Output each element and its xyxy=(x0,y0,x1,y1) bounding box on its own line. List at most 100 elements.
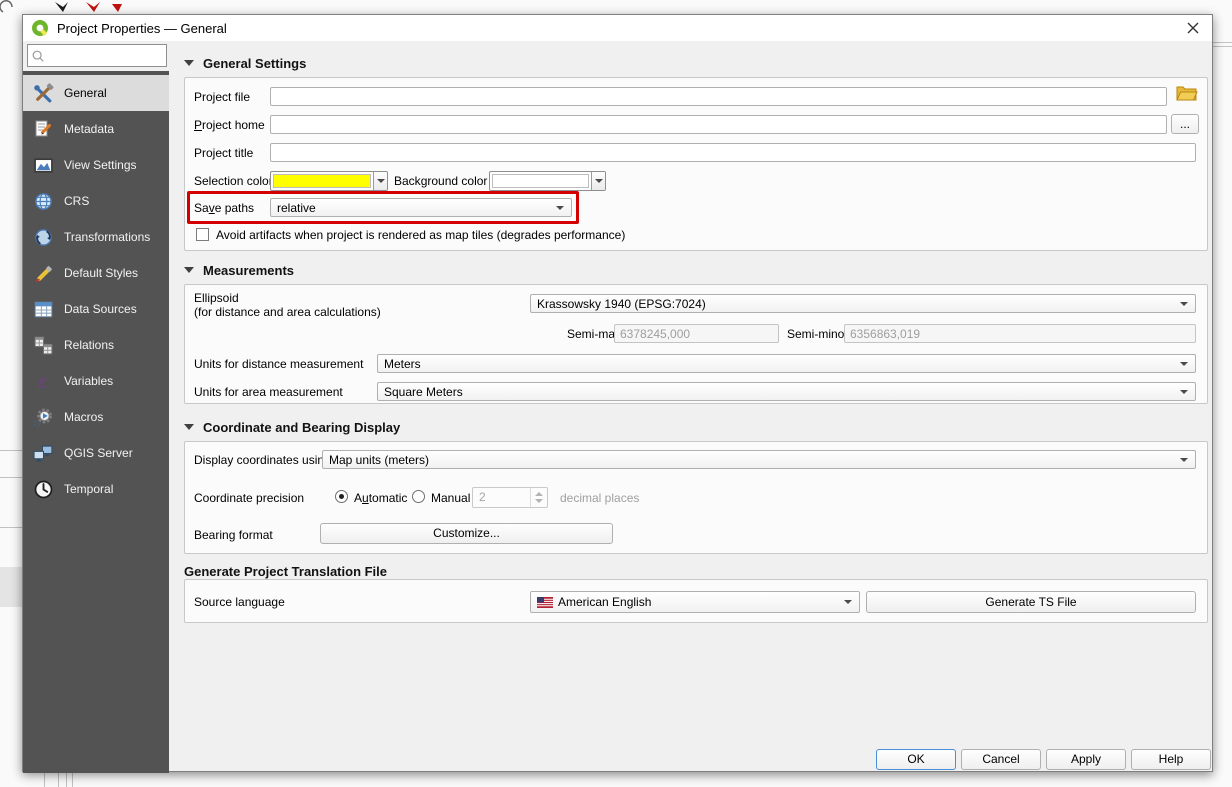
sidebar-item-variables[interactable]: ε Variables xyxy=(23,363,169,399)
ellipsoid-value: Krassowsky 1940 (EPSG:7024) xyxy=(537,296,706,311)
semi-major-input xyxy=(614,324,779,343)
automatic-label[interactable]: Automatic xyxy=(354,489,407,507)
avoid-artifacts-checkbox[interactable] xyxy=(196,228,209,241)
precision-label: Coordinate precision xyxy=(194,491,305,505)
chevron-down-icon xyxy=(594,179,603,183)
sidebar-item-macros[interactable]: Macros xyxy=(23,399,169,435)
project-properties-dialog: Project Properties — General General Met… xyxy=(22,14,1213,773)
distance-units-combobox[interactable]: Meters xyxy=(377,354,1196,373)
sidebar-item-label: Relations xyxy=(64,338,115,352)
measurements-header[interactable]: Measurements xyxy=(184,262,294,278)
project-file-folder-icon[interactable] xyxy=(1175,83,1198,106)
translation-frame: Source language American English Generat… xyxy=(184,579,1208,623)
view-settings-icon xyxy=(31,154,55,176)
ellipsoid-label-line2: (for distance and area calculations) xyxy=(194,305,381,319)
sidebar-item-qgis-server[interactable]: QGIS Server xyxy=(23,435,169,471)
sidebar-item-label: Metadata xyxy=(64,122,115,136)
data-sources-table-icon xyxy=(31,298,55,320)
sidebar-item-relations[interactable]: Relations xyxy=(23,327,169,363)
sidebar-item-label: General xyxy=(64,86,107,100)
section-title: Coordinate and Bearing Display xyxy=(203,419,401,435)
close-icon[interactable] xyxy=(1184,19,1202,37)
dialog-title: Project Properties — General xyxy=(57,20,227,36)
translation-header: Generate Project Translation File xyxy=(184,563,387,579)
distance-units-label: Units for distance measurement xyxy=(194,357,364,371)
manual-radio[interactable] xyxy=(412,490,425,503)
sidebar-item-general[interactable]: General xyxy=(23,75,169,111)
sidebar-item-label: Macros xyxy=(64,410,104,424)
automatic-radio[interactable] xyxy=(335,490,348,503)
project-home-input[interactable] xyxy=(270,115,1167,134)
chevron-down-icon xyxy=(1180,361,1188,366)
background-bottom-line xyxy=(58,772,59,787)
settings-search-box[interactable] xyxy=(27,44,167,67)
background-color-label: Background color xyxy=(394,174,488,188)
chevron-down-icon xyxy=(556,205,564,210)
sidebar-item-metadata[interactable]: Metadata xyxy=(23,111,169,147)
customize-button[interactable]: Customize... xyxy=(320,523,613,544)
cancel-button[interactable]: Cancel xyxy=(961,749,1041,770)
project-title-input[interactable] xyxy=(270,143,1196,162)
sidebar-item-temporal[interactable]: Temporal xyxy=(23,471,169,507)
sidebar-item-crs[interactable]: CRS xyxy=(23,183,169,219)
save-paths-value: relative xyxy=(277,200,316,215)
source-language-value: American English xyxy=(558,595,652,609)
apply-button[interactable]: Apply xyxy=(1046,749,1126,770)
selection-color-dropdown[interactable] xyxy=(373,172,387,190)
ellipsoid-combobox[interactable]: Krassowsky 1940 (EPSG:7024) xyxy=(530,294,1196,313)
search-input[interactable] xyxy=(45,48,163,63)
ok-button[interactable]: OK xyxy=(876,749,956,770)
project-home-browse-button[interactable]: ... xyxy=(1171,114,1199,134)
background-color-button[interactable] xyxy=(489,171,606,191)
crs-globe-icon xyxy=(31,190,55,212)
help-button[interactable]: Help xyxy=(1131,749,1211,770)
generate-ts-file-button[interactable]: Generate TS File xyxy=(866,591,1196,613)
dialog-titlebar[interactable]: Project Properties — General xyxy=(23,15,1212,41)
relations-icon xyxy=(31,334,55,356)
sidebar-item-transformations[interactable]: Transformations xyxy=(23,219,169,255)
background-color-dropdown[interactable] xyxy=(591,172,605,190)
source-language-combobox[interactable]: American English xyxy=(530,591,860,613)
metadata-icon xyxy=(31,118,55,140)
general-icon xyxy=(31,82,55,104)
area-units-combobox[interactable]: Square Meters xyxy=(377,382,1196,401)
chevron-down-icon xyxy=(1180,389,1188,394)
sidebar-item-view-settings[interactable]: View Settings xyxy=(23,147,169,183)
chevron-down-icon xyxy=(1180,301,1188,306)
variables-epsilon-icon: ε xyxy=(31,370,55,392)
us-flag-icon xyxy=(537,596,553,608)
collapse-triangle-icon xyxy=(184,267,194,273)
chevron-up-icon xyxy=(535,492,543,496)
background-left-panel xyxy=(0,567,22,607)
background-red-tool2-icon xyxy=(112,4,122,12)
sidebar-item-default-styles[interactable]: Default Styles xyxy=(23,255,169,291)
section-title: Generate Project Translation File xyxy=(184,563,388,579)
area-units-label: Units for area measurement xyxy=(194,385,343,399)
sidebar-item-data-sources[interactable]: Data Sources xyxy=(23,291,169,327)
selection-color-label: Selection color xyxy=(194,174,273,188)
macros-gear-icon xyxy=(31,406,55,428)
manual-label[interactable]: Manual xyxy=(431,489,470,507)
project-file-label: Project file xyxy=(194,90,251,104)
avoid-artifacts-label[interactable]: Avoid artifacts when project is rendered… xyxy=(216,226,625,244)
save-paths-label: Save paths xyxy=(194,201,255,215)
default-styles-brush-icon xyxy=(31,262,55,284)
display-coords-combobox[interactable]: Map units (meters) xyxy=(322,450,1196,469)
project-file-input[interactable] xyxy=(270,87,1167,106)
general-settings-header[interactable]: General Settings xyxy=(184,55,306,71)
coordinate-display-header[interactable]: Coordinate and Bearing Display xyxy=(184,419,400,435)
selection-color-button[interactable] xyxy=(270,171,388,191)
decimal-places-label: decimal places xyxy=(560,491,640,505)
search-icon xyxy=(32,50,44,62)
distance-units-value: Meters xyxy=(384,356,421,371)
svg-text:ε: ε xyxy=(38,371,47,391)
save-paths-combobox[interactable]: relative xyxy=(270,198,572,217)
stepper-arrows xyxy=(530,488,547,507)
background-bottom-line xyxy=(66,772,67,787)
qgis-logo-icon xyxy=(32,20,48,36)
chevron-down-icon xyxy=(1180,457,1188,462)
sidebar-item-label: Transformations xyxy=(64,230,151,244)
background-right-line xyxy=(1213,42,1232,43)
semi-minor-input xyxy=(844,324,1196,343)
decimal-places-value: 2 xyxy=(479,490,486,504)
